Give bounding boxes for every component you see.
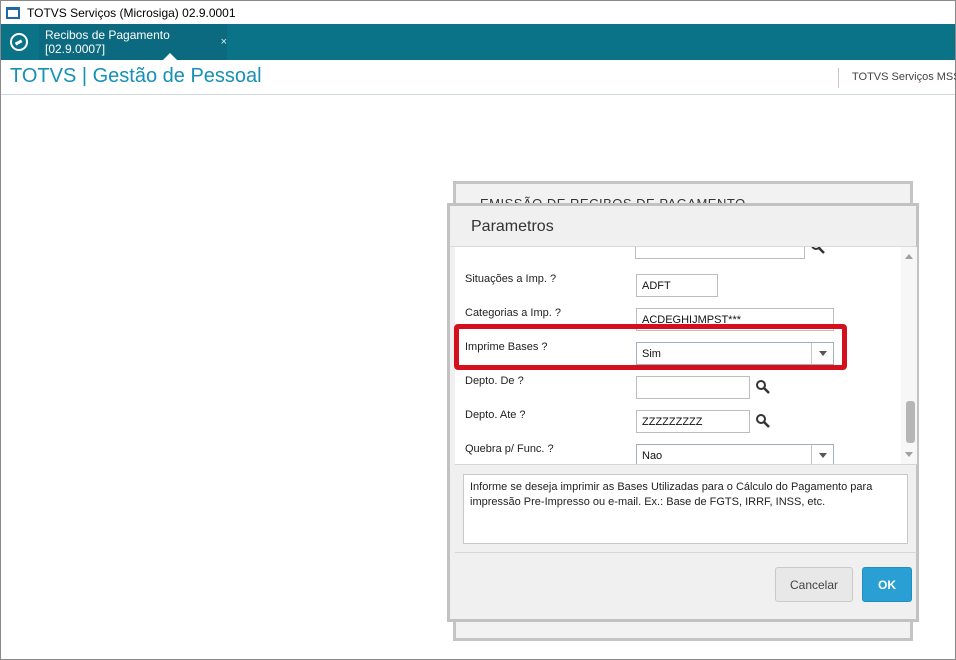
tab-label: Recibos de Pagamento [02.9.0007] <box>45 28 170 56</box>
param-row-depto-ate: Depto. Ate ? ZZZZZZZZZ <box>455 405 900 439</box>
scroll-up-arrow-icon[interactable] <box>905 254 913 259</box>
situacoes-input[interactable]: ADFT <box>636 274 718 297</box>
imprime-bases-select[interactable]: Sim <box>636 342 834 365</box>
home-menu-icon[interactable] <box>10 33 28 51</box>
active-tab-pointer <box>163 53 177 60</box>
window-titlebar: TOTVS Serviços (Microsiga) 02.9.0001 <box>1 1 955 24</box>
param-label: Depto. De ? <box>465 375 524 387</box>
parametros-dialog: Parametros Situações a Imp. ? ADFT Categ… <box>447 203 919 622</box>
scroll-down-arrow-icon[interactable] <box>905 452 913 457</box>
param-row-situacoes: Situações a Imp. ? ADFT <box>455 269 900 303</box>
param-label: Categorias a Imp. ? <box>465 307 561 319</box>
company-name: TOTVS Serviços MSS <box>852 71 956 83</box>
search-icon[interactable] <box>810 247 826 255</box>
param-hidden-field[interactable] <box>635 247 805 259</box>
quebra-func-select[interactable]: Nao <box>636 444 834 464</box>
dialog-header: Parametros <box>450 206 916 247</box>
app-tabbar: Recibos de Pagamento [02.9.0007] × <box>1 24 955 60</box>
param-label: Situações a Imp. ? <box>465 273 557 285</box>
select-value: Nao <box>642 450 663 462</box>
chevron-down-icon[interactable] <box>811 445 833 464</box>
select-value: Sim <box>642 348 661 360</box>
depto-de-input[interactable] <box>636 376 750 399</box>
param-label: Imprime Bases ? <box>465 341 548 353</box>
search-icon[interactable] <box>755 379 771 395</box>
param-row-categorias: Categorias a Imp. ? ACDEGHIJMPST*** <box>455 303 900 337</box>
param-row-depto-de: Depto. De ? <box>455 371 900 405</box>
param-row-imprime-bases: Imprime Bases ? Sim <box>455 337 900 371</box>
param-row <box>455 247 900 264</box>
scrollbar-thumb[interactable] <box>906 401 915 443</box>
ok-button[interactable]: OK <box>862 567 912 602</box>
depto-ate-input[interactable]: ZZZZZZZZZ <box>636 410 750 433</box>
chevron-down-icon[interactable] <box>811 343 833 364</box>
search-icon[interactable] <box>755 413 771 429</box>
param-label: Depto. Ate ? <box>465 409 526 421</box>
module-title: TOTVS | Gestão de Pessoal <box>10 65 262 87</box>
params-scrollbar[interactable] <box>901 247 917 464</box>
app-window-icon <box>6 6 20 19</box>
help-text-box: Informe se deseja imprimir as Bases Util… <box>463 474 908 544</box>
tab-close-icon[interactable]: × <box>221 36 227 48</box>
tab-recibos-de-pagamento[interactable]: Recibos de Pagamento [02.9.0007] × <box>39 24 227 60</box>
cancel-button[interactable]: Cancelar <box>775 567 853 602</box>
footer-divider <box>455 552 917 553</box>
window-title: TOTVS Serviços (Microsiga) 02.9.0001 <box>27 5 236 20</box>
header-divider <box>838 68 839 88</box>
module-header: TOTVS | Gestão de Pessoal TOTVS Serviços… <box>1 60 956 95</box>
param-label: Quebra p/ Func. ? <box>465 443 554 455</box>
parameters-list[interactable]: Situações a Imp. ? ADFT Categorias a Imp… <box>455 247 917 465</box>
param-row-quebra-func: Quebra p/ Func. ? Nao <box>455 439 900 464</box>
categorias-input[interactable]: ACDEGHIJMPST*** <box>636 308 834 331</box>
dialog-title: Parametros <box>471 218 554 235</box>
